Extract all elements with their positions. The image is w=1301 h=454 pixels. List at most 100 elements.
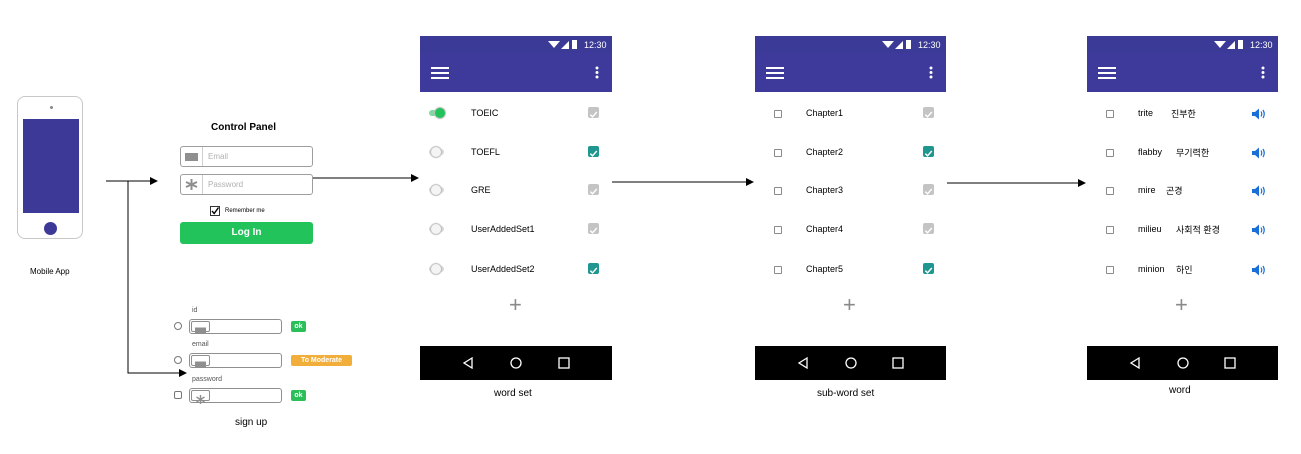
- asterisk-icon: [185, 179, 198, 190]
- recents-icon[interactable]: [1224, 357, 1236, 369]
- status-bar: 12:30: [755, 36, 946, 53]
- checked-checkbox-icon[interactable]: [923, 263, 934, 274]
- word-meaning: 무기력한: [1176, 148, 1210, 158]
- home-icon[interactable]: [1177, 357, 1189, 369]
- status-circle-icon: [174, 356, 182, 364]
- toggle-knob: [435, 108, 445, 118]
- signup-id-field[interactable]: [189, 319, 282, 334]
- word-set-screen: 12:30 TOEIC TOEFL GRE UserAddedSet1 UserAdde…: [420, 36, 612, 380]
- word-set-row[interactable]: UserAddedSet1: [420, 218, 612, 240]
- checkbox-icon[interactable]: [923, 184, 934, 195]
- word-set-row[interactable]: TOEFL: [420, 141, 612, 163]
- select-box[interactable]: [774, 110, 782, 118]
- mobile-app-illustration: [17, 96, 83, 239]
- chapter-row[interactable]: Chapter5: [755, 258, 946, 280]
- status-bar: 12:30: [1087, 36, 1278, 53]
- signal-wifi-battery-icon: [882, 40, 911, 49]
- word-text: flabby: [1138, 147, 1163, 157]
- word-row[interactable]: trite 진부한: [1087, 102, 1278, 124]
- word-row[interactable]: mire 곤경: [1087, 179, 1278, 201]
- back-icon[interactable]: [797, 357, 809, 369]
- word-set-row[interactable]: GRE: [420, 179, 612, 201]
- more-vert-icon[interactable]: [595, 66, 599, 79]
- word-text: trite: [1138, 108, 1154, 118]
- signup-status-badge: To Moderate: [291, 355, 352, 366]
- select-box[interactable]: [1106, 266, 1114, 274]
- phone-screen: [23, 119, 79, 213]
- hamburger-menu-icon[interactable]: [766, 67, 784, 79]
- field-icon: [191, 355, 210, 368]
- signup-email-field[interactable]: [189, 353, 282, 368]
- select-box[interactable]: [1106, 110, 1114, 118]
- checked-checkbox-icon[interactable]: [923, 146, 934, 157]
- recents-icon[interactable]: [892, 357, 904, 369]
- home-icon[interactable]: [510, 357, 522, 369]
- hamburger-menu-icon[interactable]: [1098, 67, 1116, 79]
- select-box[interactable]: [1106, 149, 1114, 157]
- word-set-row[interactable]: UserAddedSet2: [420, 258, 612, 280]
- select-box[interactable]: [774, 266, 782, 274]
- app-bar: [420, 53, 612, 92]
- remember-me-label: Remember me: [225, 208, 265, 214]
- word-row[interactable]: minion 하인: [1087, 258, 1278, 280]
- word-text: minion: [1138, 264, 1165, 274]
- app-bar: [1087, 53, 1278, 92]
- more-vert-icon[interactable]: [1261, 66, 1265, 79]
- back-icon[interactable]: [462, 357, 474, 369]
- signal-wifi-battery-icon: [1214, 40, 1243, 49]
- add-word-plus-icon[interactable]: +: [1175, 292, 1188, 318]
- speaker-icon[interactable]: [1252, 184, 1267, 197]
- checked-checkbox-icon[interactable]: [588, 263, 599, 274]
- login-button[interactable]: Log In: [180, 222, 313, 244]
- speaker-icon[interactable]: [1252, 263, 1267, 276]
- checkbox-icon[interactable]: [923, 223, 934, 234]
- sub-word-set-screen: 12:30 Chapter1 Chapter2 Chapter3 Chapter4 Ch…: [755, 36, 946, 380]
- toggle-knob: [431, 264, 441, 274]
- phone-home-button: [44, 222, 57, 235]
- word-set-row[interactable]: TOEIC: [420, 102, 612, 124]
- toggle-knob: [431, 185, 441, 195]
- word-set-label: UserAddedSet1: [471, 224, 535, 234]
- select-box[interactable]: [1106, 226, 1114, 234]
- speaker-icon[interactable]: [1252, 223, 1267, 236]
- select-box[interactable]: [774, 226, 782, 234]
- speaker-icon[interactable]: [1252, 107, 1267, 120]
- signal-wifi-battery-icon: [548, 40, 577, 49]
- checkbox-icon[interactable]: [588, 107, 599, 118]
- chapter-row[interactable]: Chapter1: [755, 102, 946, 124]
- field-icon: [191, 321, 210, 334]
- add-chapter-plus-icon[interactable]: +: [843, 292, 856, 318]
- chapter-row[interactable]: Chapter2: [755, 141, 946, 163]
- signup-password-field[interactable]: [189, 388, 282, 404]
- select-box[interactable]: [774, 149, 782, 157]
- nav-bar: [755, 346, 946, 380]
- recents-icon[interactable]: [558, 357, 570, 369]
- word-row[interactable]: flabby 무기력한: [1087, 141, 1278, 163]
- signup-status-badge: ok: [291, 390, 306, 401]
- select-box[interactable]: [1106, 187, 1114, 195]
- speaker-icon[interactable]: [1252, 146, 1267, 159]
- toggle-knob: [431, 147, 441, 157]
- password-field[interactable]: Password: [180, 174, 313, 195]
- password-placeholder: Password: [208, 180, 244, 189]
- signup-field-label: email: [192, 341, 209, 348]
- chapter-row[interactable]: Chapter3: [755, 179, 946, 201]
- home-icon[interactable]: [845, 357, 857, 369]
- add-set-plus-icon[interactable]: +: [509, 292, 522, 318]
- word-row[interactable]: milieu 사회적 환경: [1087, 218, 1278, 240]
- word-meaning: 진부한: [1171, 109, 1196, 119]
- chapter-row[interactable]: Chapter4: [755, 218, 946, 240]
- back-icon[interactable]: [1129, 357, 1141, 369]
- checkbox-icon[interactable]: [923, 107, 934, 118]
- checked-checkbox-icon[interactable]: [588, 146, 599, 157]
- checkbox-icon[interactable]: [588, 184, 599, 195]
- app-bar: [755, 53, 946, 92]
- word-screen: 12:30 trite 진부한 flabby 무기력한 mire 곤경 milieu 사회적 …: [1087, 36, 1278, 380]
- remember-me-checkbox[interactable]: [210, 206, 220, 216]
- checkbox-icon[interactable]: [588, 223, 599, 234]
- more-vert-icon[interactable]: [929, 66, 933, 79]
- select-box[interactable]: [774, 187, 782, 195]
- word-caption: word: [1169, 385, 1191, 396]
- hamburger-menu-icon[interactable]: [431, 67, 449, 79]
- email-field[interactable]: Email: [180, 146, 313, 167]
